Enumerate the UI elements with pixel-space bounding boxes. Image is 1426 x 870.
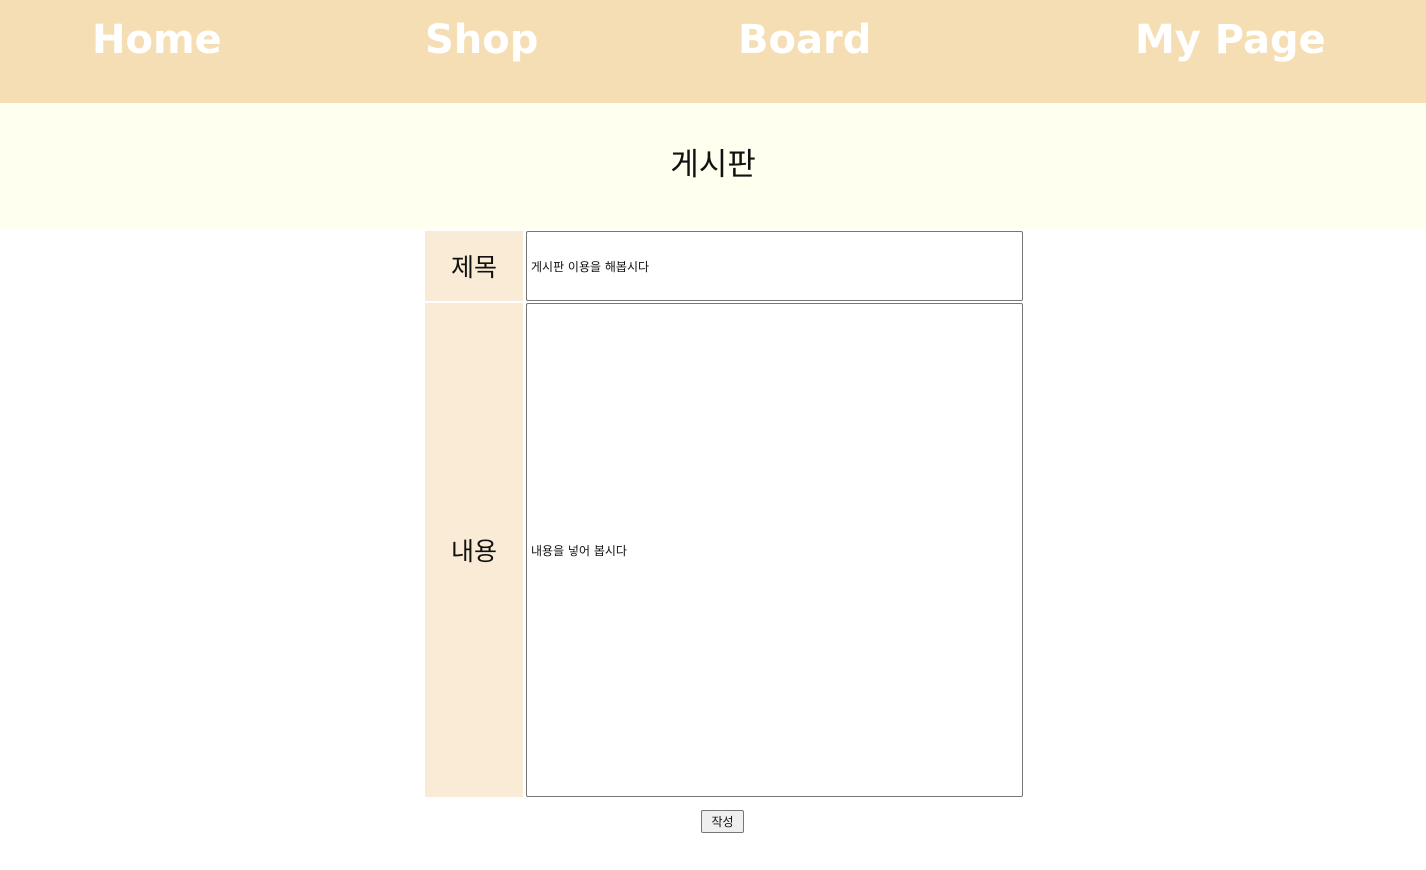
content-textarea-value: 내용을 넣어 봅시다 <box>531 543 627 558</box>
submit-button[interactable]: 작성 <box>701 810 744 833</box>
nav-mypage-link[interactable]: My Page <box>1135 18 1326 62</box>
nav-board-link[interactable]: Board <box>738 18 871 62</box>
content-textarea[interactable]: 내용을 넣어 봅시다 <box>526 303 1023 797</box>
content-label: 내용 <box>425 303 523 797</box>
page-banner: 게시판 <box>0 103 1426 229</box>
title-label: 제목 <box>425 231 523 301</box>
top-nav: Home Shop Board My Page <box>0 0 1426 103</box>
title-label-text: 제목 <box>450 253 497 282</box>
page-title: 게시판 <box>670 147 756 183</box>
nav-home-link[interactable]: Home <box>92 18 222 62</box>
nav-shop-link[interactable]: Shop <box>425 18 538 62</box>
title-input[interactable] <box>526 231 1023 301</box>
content-label-text: 내용 <box>450 537 497 566</box>
